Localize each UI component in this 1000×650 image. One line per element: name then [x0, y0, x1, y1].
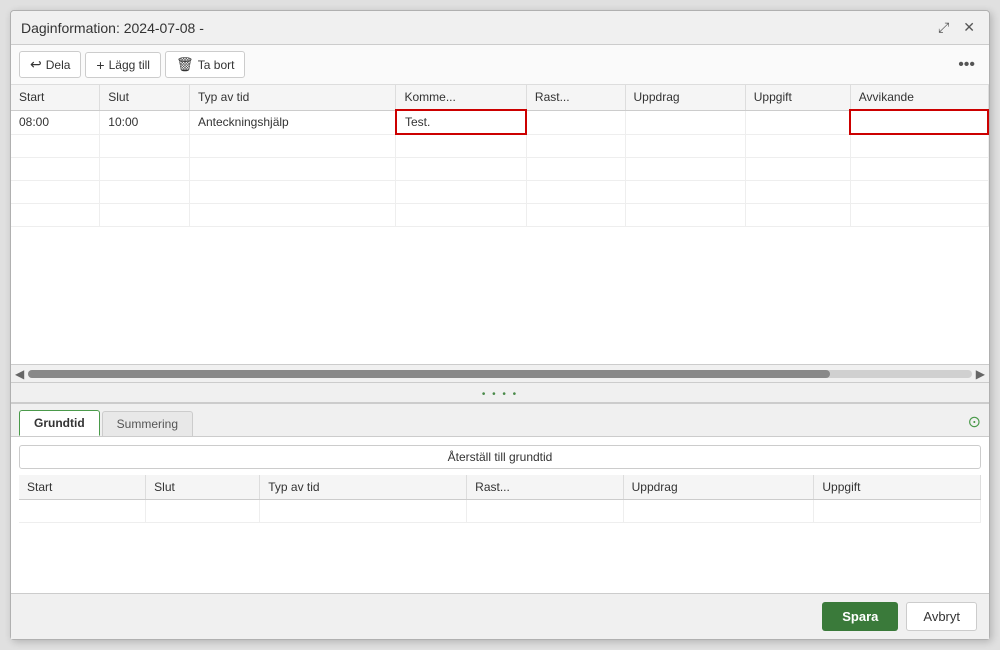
col-kommentar: Komme... [396, 85, 526, 110]
cell-slut: 10:00 [100, 110, 190, 134]
sub-table-header-row: Start Slut Typ av tid Rast... Uppdrag Up… [19, 475, 981, 500]
col-start: Start [11, 85, 100, 110]
close-button[interactable]: ✕ [959, 17, 979, 38]
dela-icon: ↩ [30, 56, 42, 73]
sub-col-uppdrag: Uppdrag [623, 475, 814, 500]
expand-button[interactable]: ⤢ [934, 17, 953, 38]
cell-uppgift [745, 110, 850, 134]
table-row-empty-3 [11, 180, 988, 203]
save-button[interactable]: Spara [822, 602, 898, 631]
tab-collapse-icon[interactable]: ⊙ [968, 412, 981, 436]
dela-label: Dela [46, 58, 71, 72]
lagg-till-button[interactable]: + Lägg till [85, 52, 161, 78]
scroll-right-arrow[interactable]: ▶ [976, 367, 985, 381]
col-rast: Rast... [526, 85, 625, 110]
cell-start: 08:00 [11, 110, 100, 134]
tabs-bar: Grundtid Summering ⊙ [11, 404, 989, 437]
title-bar: Daginformation: 2024-07-08 - ⤢ ✕ [11, 11, 989, 45]
cell-kommentar[interactable]: Test. [396, 110, 526, 134]
sub-col-slut: Slut [146, 475, 260, 500]
col-uppgift: Uppgift [745, 85, 850, 110]
cell-uppdrag [625, 110, 745, 134]
sub-table-row-empty [19, 500, 981, 523]
reset-button[interactable]: Återställ till grundtid [19, 445, 981, 469]
dialog-title: Daginformation: 2024-07-08 - [21, 20, 204, 36]
footer: Spara Avbryt [11, 593, 989, 639]
scroll-dots: • • • • [482, 389, 518, 400]
plus-icon: + [96, 57, 104, 73]
table-row-empty-1 [11, 134, 988, 157]
col-typ-av-tid: Typ av tid [189, 85, 396, 110]
table-row-empty-2 [11, 157, 988, 180]
scroll-left-arrow[interactable]: ◀ [15, 367, 24, 381]
sub-col-start: Start [19, 475, 146, 500]
col-avvikande: Avvikande [850, 85, 988, 110]
table-row-empty-4 [11, 203, 988, 226]
table-row[interactable]: 08:00 10:00 Anteckningshjälp Test. [11, 110, 988, 134]
main-table-header-row: Start Slut Typ av tid Komme... Rast... U… [11, 85, 988, 110]
grundtid-tab-content: Återställ till grundtid Start Slut Typ a… [11, 437, 989, 593]
bottom-section: Grundtid Summering ⊙ Återställ till grun… [11, 403, 989, 593]
tab-summering[interactable]: Summering [102, 411, 193, 436]
main-table: Start Slut Typ av tid Komme... Rast... U… [11, 85, 989, 227]
sub-col-rast: Rast... [467, 475, 623, 500]
main-table-area[interactable]: Start Slut Typ av tid Komme... Rast... U… [11, 85, 989, 365]
ta-bort-button[interactable]: 🗑 Ta bort [165, 51, 245, 78]
cell-rast [526, 110, 625, 134]
trash-icon: 🗑 [176, 56, 194, 73]
cell-avvikande[interactable] [850, 110, 988, 134]
col-uppdrag: Uppdrag [625, 85, 745, 110]
tab-grundtid[interactable]: Grundtid [19, 410, 100, 436]
scrollbar-track[interactable] [28, 370, 972, 378]
toolbar: ↩ Dela + Lägg till 🗑 Ta bort ••• [11, 45, 989, 85]
sub-table-area[interactable]: Start Slut Typ av tid Rast... Uppdrag Up… [19, 475, 981, 575]
cell-typ-av-tid: Anteckningshjälp [189, 110, 396, 134]
scrollbar-thumb[interactable] [28, 370, 830, 378]
more-button[interactable]: ••• [952, 54, 981, 76]
sub-table: Start Slut Typ av tid Rast... Uppdrag Up… [19, 475, 981, 523]
sub-col-typ-av-tid: Typ av tid [260, 475, 467, 500]
ta-bort-label: Ta bort [198, 58, 235, 72]
lagg-till-label: Lägg till [109, 58, 150, 72]
col-slut: Slut [100, 85, 190, 110]
sub-col-uppgift: Uppgift [814, 475, 981, 500]
title-actions: ⤢ ✕ [934, 17, 979, 38]
dela-button[interactable]: ↩ Dela [19, 51, 81, 78]
horizontal-scrollbar[interactable]: ◀ ▶ [11, 365, 989, 383]
cancel-button[interactable]: Avbryt [906, 602, 977, 631]
dialog: Daginformation: 2024-07-08 - ⤢ ✕ ↩ Dela … [10, 10, 990, 640]
